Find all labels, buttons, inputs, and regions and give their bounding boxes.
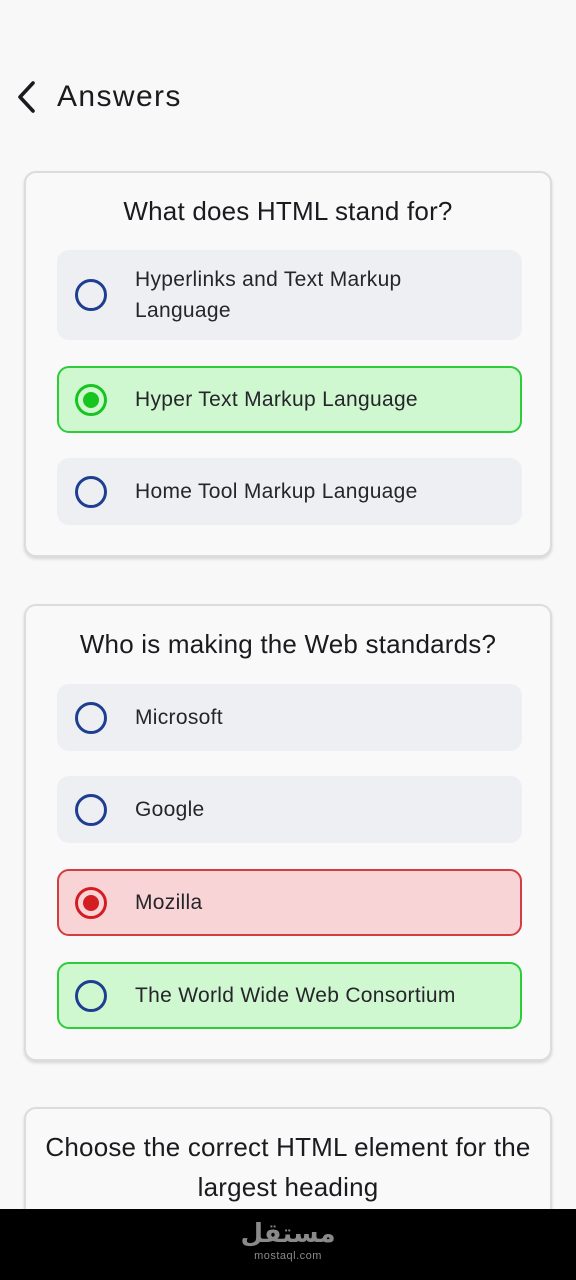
question-card: Who is making the Web standards? Microso… bbox=[24, 604, 552, 1061]
option-label: Microsoft bbox=[135, 706, 223, 729]
answers-screen: Answers What does HTML stand for? Hyperl… bbox=[0, 0, 576, 1280]
option-label: The World Wide Web Consortium bbox=[135, 984, 456, 1007]
option-label: Hyperlinks and Text Markup Language bbox=[135, 268, 402, 322]
radio-unchecked-icon[interactable] bbox=[75, 793, 107, 826]
radio-checked-icon[interactable] bbox=[75, 383, 107, 416]
question-text: Choose the correct HTML element for the … bbox=[45, 1132, 531, 1202]
app-bar: Answers bbox=[0, 66, 576, 128]
question-card: What does HTML stand for? Hyperlinks and… bbox=[24, 171, 552, 557]
answer-option[interactable]: Home Tool Markup Language bbox=[57, 458, 522, 525]
answer-option[interactable]: Hyperlinks and Text Markup Language bbox=[57, 250, 522, 340]
chevron-left-icon bbox=[18, 81, 35, 113]
radio-unchecked-icon[interactable] bbox=[75, 279, 107, 311]
back-button[interactable] bbox=[8, 77, 48, 117]
radio-unchecked-icon[interactable] bbox=[75, 701, 107, 734]
answer-option-correct[interactable]: Hyper Text Markup Language bbox=[57, 366, 522, 433]
radio-checked-icon[interactable] bbox=[75, 886, 107, 919]
option-label: Mozilla bbox=[135, 891, 203, 914]
answer-option[interactable]: Microsoft bbox=[57, 684, 522, 751]
answer-option-wrong[interactable]: Mozilla bbox=[57, 869, 522, 936]
question-text: Who is making the Web standards? bbox=[79, 629, 497, 659]
option-label: Google bbox=[135, 798, 205, 821]
radio-unchecked-icon[interactable] bbox=[75, 979, 107, 1012]
option-label: Home Tool Markup Language bbox=[135, 480, 418, 503]
answer-option[interactable]: Google bbox=[57, 776, 522, 843]
option-label: Hyper Text Markup Language bbox=[135, 388, 418, 411]
page-title: Answers bbox=[57, 80, 182, 113]
question-text: What does HTML stand for? bbox=[123, 196, 453, 226]
radio-unchecked-icon[interactable] bbox=[75, 475, 107, 508]
answer-option-correct[interactable]: The World Wide Web Consortium bbox=[57, 962, 522, 1029]
watermark-url: mostaql.com bbox=[254, 1250, 322, 1262]
watermark-logo: مستقل bbox=[240, 1219, 336, 1249]
watermark-bar: مستقل mostaql.com bbox=[0, 1209, 576, 1280]
